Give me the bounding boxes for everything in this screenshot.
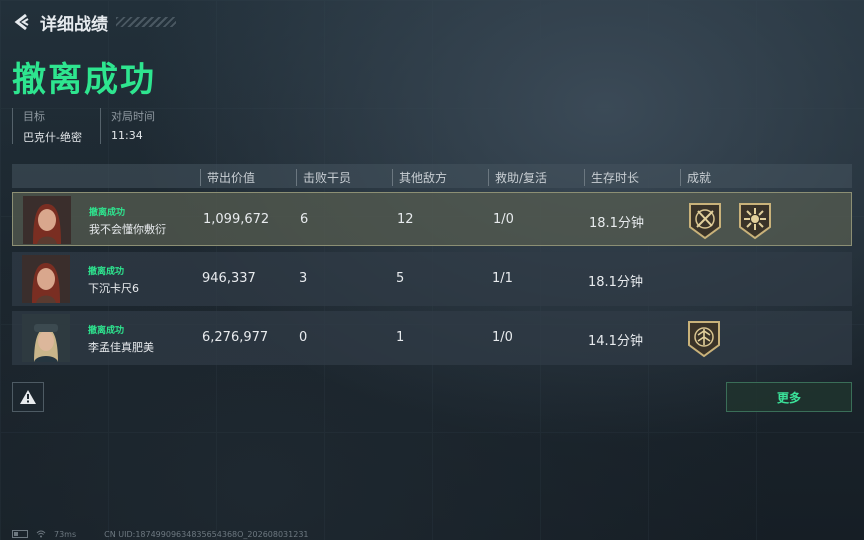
col-achievements: 成就 <box>680 169 711 186</box>
avatar <box>23 196 71 244</box>
other-enemies: 5 <box>396 271 405 286</box>
info-target-label: 目标 <box>23 110 45 123</box>
survival-time: 18.1分钟 <box>589 216 644 231</box>
info-time-label: 对局时间 <box>111 110 155 123</box>
assist-revive: 1/0 <box>493 212 514 227</box>
other-enemies: 1 <box>396 330 405 345</box>
back-arrow-icon <box>14 13 29 31</box>
info-time-value: 11:34 <box>111 129 143 142</box>
col-assist-revive: 救助/复活 <box>488 169 547 186</box>
avatar <box>22 255 70 303</box>
col-extract-value: 带出价值 <box>200 169 255 186</box>
col-survival-time: 生存时长 <box>584 169 639 186</box>
table-header: 带出价值 击败干员 其他敌方 救助/复活 生存时长 成就 <box>12 164 852 188</box>
col-other-enemies: 其他敌方 <box>392 169 447 186</box>
crossed-weapons-badge-icon[interactable] <box>687 201 723 241</box>
status-bar: 73ms CN UID:18749909634835654368O_202608… <box>12 529 309 539</box>
player-status: 撤离成功 <box>88 267 125 277</box>
title-decoration <box>116 17 176 27</box>
extract-value: 1,099,672 <box>203 212 270 227</box>
player-status: 撤离成功 <box>88 326 125 336</box>
warning-icon <box>20 390 36 404</box>
header: 详细战绩 <box>12 10 176 35</box>
kills: 6 <box>300 212 309 227</box>
player-name: 我不会懂你敷衍 <box>89 223 166 236</box>
player-status: 撤离成功 <box>89 208 126 218</box>
player-name: 李孟佳真肥美 <box>88 341 154 354</box>
table-row[interactable]: 撤离成功 我不会懂你敷衍 1,099,672 6 12 1/0 18.1分钟 <box>12 192 852 246</box>
info-target: 目标 巴克什-绝密 <box>12 108 82 144</box>
assist-revive: 1/1 <box>492 271 513 286</box>
sunburst-badge-icon[interactable] <box>737 201 773 241</box>
result-title: 撤离成功 <box>12 60 156 100</box>
avatar <box>22 314 70 362</box>
more-button[interactable]: 更多 <box>726 382 852 412</box>
survival-time: 14.1分钟 <box>588 334 643 349</box>
table-row[interactable]: 撤离成功 下沉卡尺6 946,337 3 5 1/1 18.1分钟 <box>12 252 852 306</box>
uid-text: CN UID:18749909634835654368O_20260803123… <box>104 529 309 539</box>
emblem-badge-icon[interactable] <box>686 319 722 359</box>
col-kills: 击败干员 <box>296 169 351 186</box>
ping-text: 73ms <box>54 529 77 539</box>
page-title: 详细战绩 <box>40 14 108 35</box>
survival-time: 18.1分钟 <box>588 275 643 290</box>
back-button[interactable] <box>12 11 34 33</box>
kills: 0 <box>299 330 308 345</box>
extract-value: 6,276,977 <box>202 330 269 345</box>
battery-icon <box>12 530 28 538</box>
wifi-icon <box>36 530 46 538</box>
info-target-value: 巴克什-绝密 <box>23 131 82 144</box>
table-row[interactable]: 撤离成功 李孟佳真肥美 6,276,977 0 1 1/0 14.1分钟 <box>12 311 852 365</box>
report-button[interactable] <box>12 382 44 412</box>
info-time: 对局时间 11:34 <box>100 108 155 144</box>
player-name: 下沉卡尺6 <box>88 282 139 295</box>
kills: 3 <box>299 271 308 286</box>
other-enemies: 12 <box>397 212 414 227</box>
extract-value: 946,337 <box>202 271 256 286</box>
assist-revive: 1/0 <box>492 330 513 345</box>
